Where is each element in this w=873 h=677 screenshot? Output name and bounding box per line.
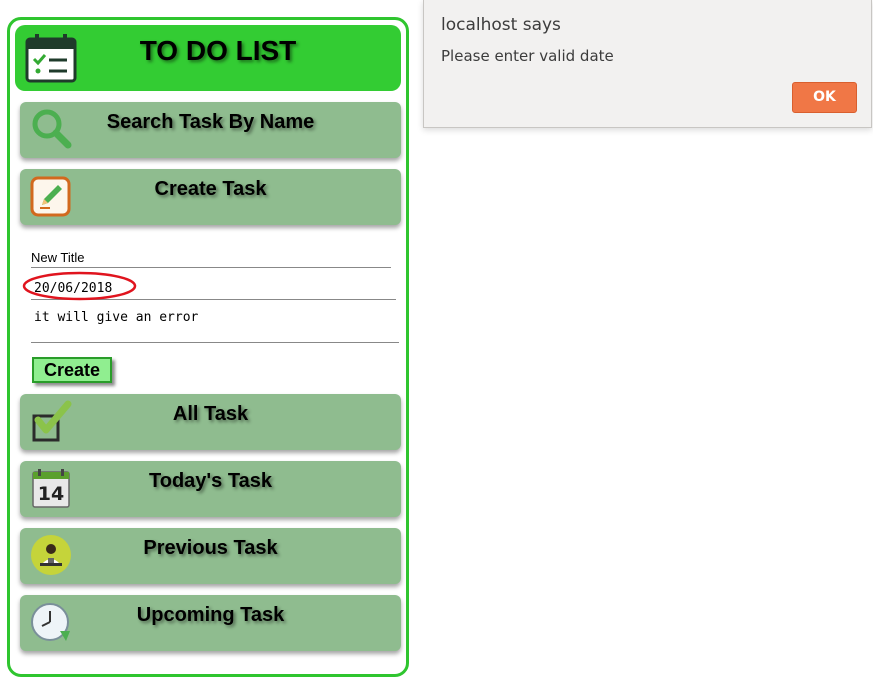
dialog-title: localhost says: [441, 15, 561, 35]
todays-task-button[interactable]: 14 Today's Task: [20, 461, 401, 517]
create-task-button[interactable]: Create Task: [20, 169, 401, 225]
all-task-label: All Task: [172, 403, 249, 425]
create-submit-button[interactable]: Create: [32, 357, 112, 383]
search-task-label: Search Task By Name: [106, 111, 315, 133]
app-title: TO DO LIST: [139, 35, 297, 66]
previous-task-button[interactable]: Previous Task: [20, 528, 401, 584]
upcoming-task-label: Upcoming Task: [136, 604, 285, 626]
dialog-message: Please enter valid date: [441, 47, 614, 65]
search-task-button[interactable]: Search Task By Name: [20, 102, 401, 158]
previous-task-label: Previous Task: [143, 537, 278, 559]
upcoming-task-button[interactable]: Upcoming Task: [20, 595, 401, 651]
todo-app-panel: TO DO LIST Search Task By Name Create Ta…: [7, 17, 409, 677]
all-task-button[interactable]: All Task: [20, 394, 401, 450]
app-header: TO DO LIST: [15, 25, 401, 91]
todays-task-label: Today's Task: [149, 470, 272, 492]
create-task-label: Create Task: [154, 178, 267, 200]
task-date-input[interactable]: [31, 281, 396, 300]
alert-dialog: localhost says Please enter valid date O…: [423, 0, 872, 128]
ok-button[interactable]: OK: [792, 82, 857, 113]
task-title-input[interactable]: [31, 250, 391, 268]
task-description-input[interactable]: it will give an error: [31, 310, 399, 343]
